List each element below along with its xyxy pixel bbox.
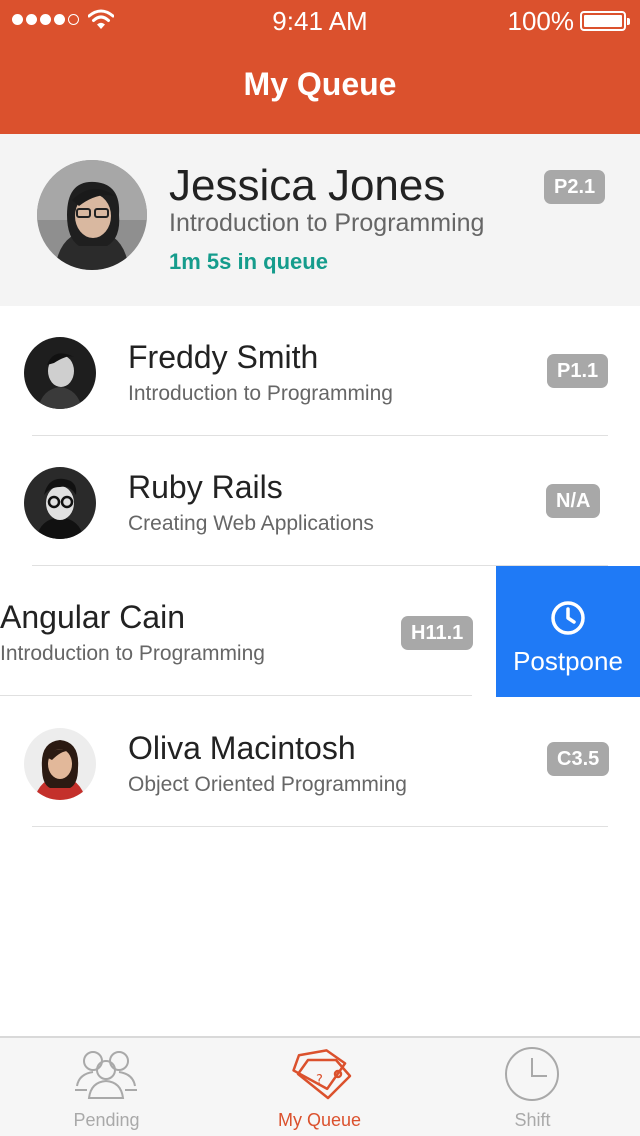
- avatar: [24, 467, 96, 539]
- location-badge: C3.5: [547, 742, 610, 776]
- queue-row[interactable]: Freddy Smith Introduction to Programming…: [0, 306, 640, 436]
- location-badge: P1.1: [547, 354, 609, 388]
- course-name: Introduction to Programming: [169, 209, 485, 237]
- page-title: My Queue: [243, 66, 397, 102]
- battery-percent: 100%: [507, 6, 575, 36]
- location-badge: H11.1: [401, 616, 474, 650]
- tab-bar: Pending ? My Queue Shift: [0, 1036, 640, 1136]
- divider: [0, 695, 472, 696]
- student-name: Oliva Macintosh: [128, 730, 356, 766]
- course-name: Introduction to Programming: [128, 382, 393, 405]
- status-bar: 9:41 AM 100%: [0, 0, 640, 40]
- tab-shift[interactable]: Shift: [426, 1038, 639, 1136]
- queue-row[interactable]: Ruby Rails Creating Web Applications N/A: [0, 436, 640, 566]
- battery-icon: [580, 11, 630, 31]
- queue-row-swiped[interactable]: Angular Cain Introduction to Programming…: [0, 566, 496, 696]
- student-name: Ruby Rails: [128, 469, 283, 505]
- people-group-icon: [75, 1051, 137, 1099]
- student-name: Freddy Smith: [128, 339, 319, 375]
- tab-label: Shift: [514, 1110, 551, 1130]
- clock-icon: [505, 1047, 559, 1101]
- clock-icon: [551, 601, 585, 635]
- student-name: Jessica Jones: [169, 161, 446, 210]
- course-name: Creating Web Applications: [128, 512, 374, 535]
- queue-row[interactable]: Oliva Macintosh Object Oriented Programm…: [0, 697, 640, 827]
- location-badge: N/A: [546, 484, 601, 518]
- divider: [32, 826, 608, 827]
- tab-pending[interactable]: Pending: [0, 1038, 213, 1136]
- svg-text:?: ?: [316, 1073, 323, 1088]
- tab-label: My Queue: [277, 1110, 362, 1130]
- avatar: [24, 337, 96, 409]
- postpone-button[interactable]: Postpone: [496, 566, 640, 697]
- tab-my-queue[interactable]: ? My Queue: [213, 1038, 426, 1136]
- location-badge: P2.1: [544, 170, 606, 204]
- course-name: Object Oriented Programming: [128, 773, 407, 796]
- tab-label: Pending: [73, 1110, 140, 1130]
- course-name: Introduction to Programming: [0, 642, 265, 665]
- avatar: [24, 728, 96, 800]
- postpone-label: Postpone: [513, 646, 623, 676]
- student-name: Angular Cain: [0, 599, 185, 635]
- queue-wait-time: 1m 5s in queue: [169, 249, 328, 274]
- app-header: 9:41 AM 100% My Queue: [0, 0, 640, 134]
- avatar: [37, 160, 147, 270]
- tags-icon: ?: [292, 1049, 352, 1100]
